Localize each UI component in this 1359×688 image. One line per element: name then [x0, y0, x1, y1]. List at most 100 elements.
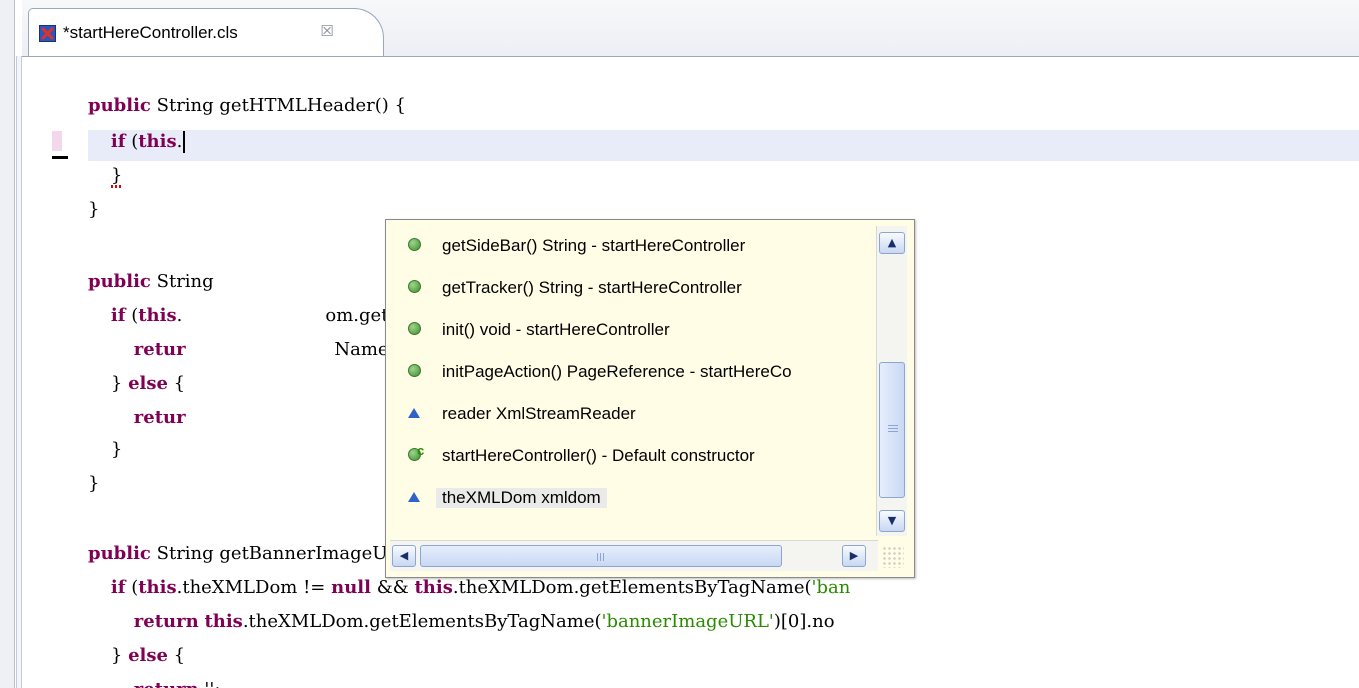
- editor-tab-title: *startHereController.cls: [63, 23, 238, 42]
- content-assist-popup: getSideBar() String - startHereControlle…: [385, 219, 915, 578]
- code-line: }: [88, 472, 99, 496]
- code-line: return this.theXMLDom.getElementsByTagNa…: [88, 610, 835, 634]
- code-line: public String getHTMLHeader() {: [88, 94, 406, 118]
- vertical-scroll-thumb[interactable]: [879, 362, 905, 498]
- completion-item[interactable]: initPageAction() PageReference - startHe…: [396, 354, 876, 390]
- code-token: )[0].no: [773, 611, 835, 632]
- code-keyword: public: [88, 95, 151, 116]
- completion-item-label: startHereController() - Default construc…: [442, 446, 755, 465]
- completion-item-label: reader XmlStreamReader: [442, 404, 636, 423]
- code-line: }: [88, 164, 122, 188]
- field-icon: [408, 490, 423, 505]
- code-keyword: retur: [133, 339, 186, 360]
- code-keyword: this: [138, 577, 177, 598]
- scroll-left-button[interactable]: ◀: [392, 545, 416, 567]
- text-caret: [183, 131, 186, 153]
- code-token: (: [125, 577, 139, 598]
- horizontal-scroll-thumb[interactable]: [420, 545, 782, 567]
- code-token: }: [88, 439, 123, 460]
- code-keyword: public: [88, 271, 151, 292]
- apex-class-file-icon: [39, 25, 56, 42]
- code-string: 'bannerImageURL': [601, 611, 774, 632]
- code-line: public String: [88, 270, 214, 294]
- code-keyword: this: [138, 131, 177, 152]
- code-line: } else {: [88, 372, 185, 396]
- code-line: if (this.: [88, 130, 186, 154]
- completion-item-label: init() void - startHereController: [442, 320, 670, 339]
- code-token: String getHTMLHeader() {: [150, 95, 406, 116]
- completion-horizontal-scrollbar[interactable]: ◀ ▶: [390, 540, 878, 571]
- field-icon: [408, 406, 423, 421]
- completion-item[interactable]: getTracker() String - startHereControlle…: [396, 270, 876, 306]
- code-token: .: [176, 131, 183, 152]
- code-token: }: [88, 373, 129, 394]
- code-keyword: this: [414, 577, 453, 598]
- scroll-right-button[interactable]: ▶: [842, 545, 866, 567]
- code-token: (: [125, 305, 139, 326]
- close-tab-icon[interactable]: ☒: [319, 23, 335, 39]
- constructor-icon: c: [408, 443, 424, 463]
- completion-item[interactable]: c startHereController() - Default constru…: [396, 438, 876, 474]
- completion-vertical-scrollbar[interactable]: ▲ ▼: [876, 226, 907, 536]
- code-token: Name(: [185, 339, 396, 360]
- code-token: (: [125, 131, 139, 152]
- change-marker: [52, 131, 62, 151]
- code-token: String: [150, 271, 214, 292]
- completion-item-label: getTracker() String - startHereControlle…: [442, 278, 742, 297]
- code-keyword: this: [204, 611, 243, 632]
- code-editor[interactable]: public String getHTMLHeader() { if (this…: [22, 57, 1359, 688]
- code-line: } else {: [88, 644, 185, 668]
- editor-tab-bar: *startHereController.cls ☒: [22, 0, 1359, 57]
- code-string: 'ban: [811, 577, 851, 598]
- scroll-grip-icon: [888, 425, 898, 433]
- code-keyword: retur: [133, 407, 186, 428]
- public-method-icon: [408, 364, 423, 379]
- code-keyword: if: [110, 305, 126, 326]
- public-method-icon: [408, 280, 423, 295]
- code-token: }: [88, 473, 100, 494]
- code-token: {: [167, 373, 186, 394]
- code-keyword: else: [128, 373, 168, 394]
- completion-item[interactable]: theXMLDom xmldom: [396, 480, 876, 516]
- completion-item-label: initPageAction() PageReference - startHe…: [442, 362, 792, 381]
- code-line: retur: [88, 406, 186, 430]
- code-token: }: [88, 199, 100, 220]
- completion-item[interactable]: reader XmlStreamReader: [396, 396, 876, 432]
- code-keyword: if: [110, 131, 126, 152]
- code-line: }: [88, 438, 122, 462]
- code-keyword: null: [331, 577, 371, 598]
- completion-list[interactable]: getSideBar() String - startHereControlle…: [386, 220, 876, 538]
- code-error-token: }: [110, 165, 123, 186]
- public-method-icon: [408, 238, 423, 253]
- scroll-up-button[interactable]: ▲: [879, 232, 905, 254]
- resize-grip-icon[interactable]: [882, 546, 904, 568]
- error-marker: [52, 156, 68, 159]
- scroll-down-button[interactable]: ▼: [879, 510, 905, 532]
- code-token: .theXMLDom.getElementsByTagName(: [452, 577, 812, 598]
- completion-item-label: getSideBar() String - startHereControlle…: [442, 236, 746, 255]
- code-token: '';: [199, 679, 220, 688]
- completion-item[interactable]: getSideBar() String - startHereControlle…: [396, 228, 876, 264]
- code-keyword: else: [128, 645, 168, 666]
- current-line-highlight: [88, 130, 1359, 161]
- editor-tab[interactable]: *startHereController.cls ☒: [28, 8, 384, 56]
- code-token: }: [88, 645, 129, 666]
- public-method-icon: [408, 322, 423, 337]
- code-line: return '';: [88, 678, 221, 688]
- code-line: if (this.theXMLDom != null && this.theXM…: [88, 576, 850, 600]
- code-token: {: [167, 645, 186, 666]
- completion-item[interactable]: init() void - startHereController: [396, 312, 876, 348]
- left-window-edge: [0, 0, 15, 688]
- code-keyword: return: [133, 611, 199, 632]
- code-keyword: public: [88, 543, 151, 564]
- completion-item-label: theXMLDom xmldom: [436, 488, 607, 508]
- code-keyword: this: [138, 305, 177, 326]
